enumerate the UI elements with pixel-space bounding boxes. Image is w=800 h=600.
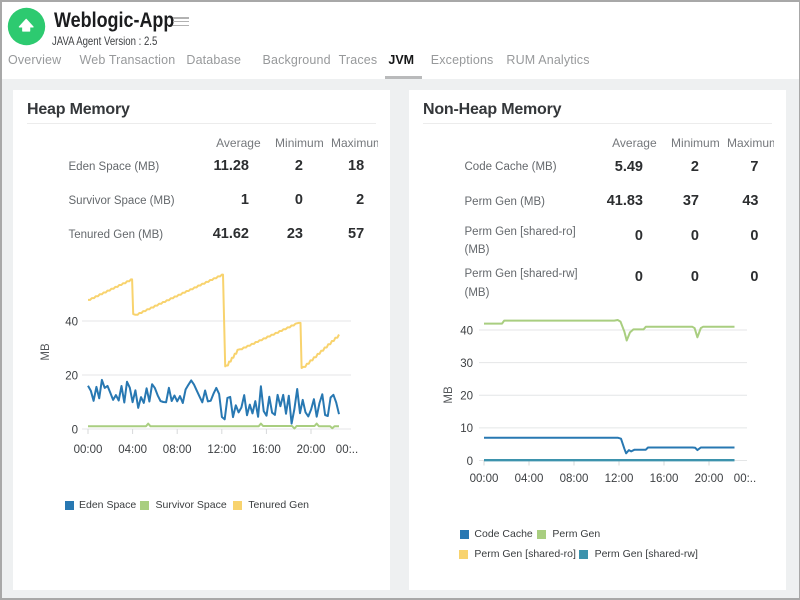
svg-text:20: 20 bbox=[65, 370, 78, 382]
svg-text:20: 20 bbox=[460, 391, 473, 403]
svg-text:16:00: 16:00 bbox=[252, 444, 281, 456]
svg-text:MB: MB bbox=[443, 386, 455, 404]
svg-text:20:00: 20:00 bbox=[297, 444, 326, 456]
svg-text:16:00: 16:00 bbox=[650, 473, 679, 485]
svg-text:08:00: 08:00 bbox=[560, 473, 589, 485]
svg-text:10: 10 bbox=[460, 423, 473, 435]
svg-text:0: 0 bbox=[467, 456, 473, 468]
svg-text:MB: MB bbox=[40, 343, 52, 361]
svg-text:40: 40 bbox=[460, 325, 473, 337]
svg-text:00:..: 00:.. bbox=[734, 473, 756, 485]
svg-text:08:00: 08:00 bbox=[163, 444, 192, 456]
svg-text:00:00: 00:00 bbox=[470, 473, 499, 485]
svg-text:12:00: 12:00 bbox=[605, 473, 634, 485]
svg-text:00:..: 00:.. bbox=[336, 444, 358, 456]
svg-text:40: 40 bbox=[65, 316, 78, 328]
svg-text:0: 0 bbox=[72, 424, 78, 436]
svg-text:30: 30 bbox=[460, 358, 473, 370]
svg-text:12:00: 12:00 bbox=[207, 444, 236, 456]
svg-text:20:00: 20:00 bbox=[695, 473, 724, 485]
svg-text:04:00: 04:00 bbox=[118, 444, 147, 456]
svg-text:04:00: 04:00 bbox=[515, 473, 544, 485]
svg-text:00:00: 00:00 bbox=[74, 444, 103, 456]
